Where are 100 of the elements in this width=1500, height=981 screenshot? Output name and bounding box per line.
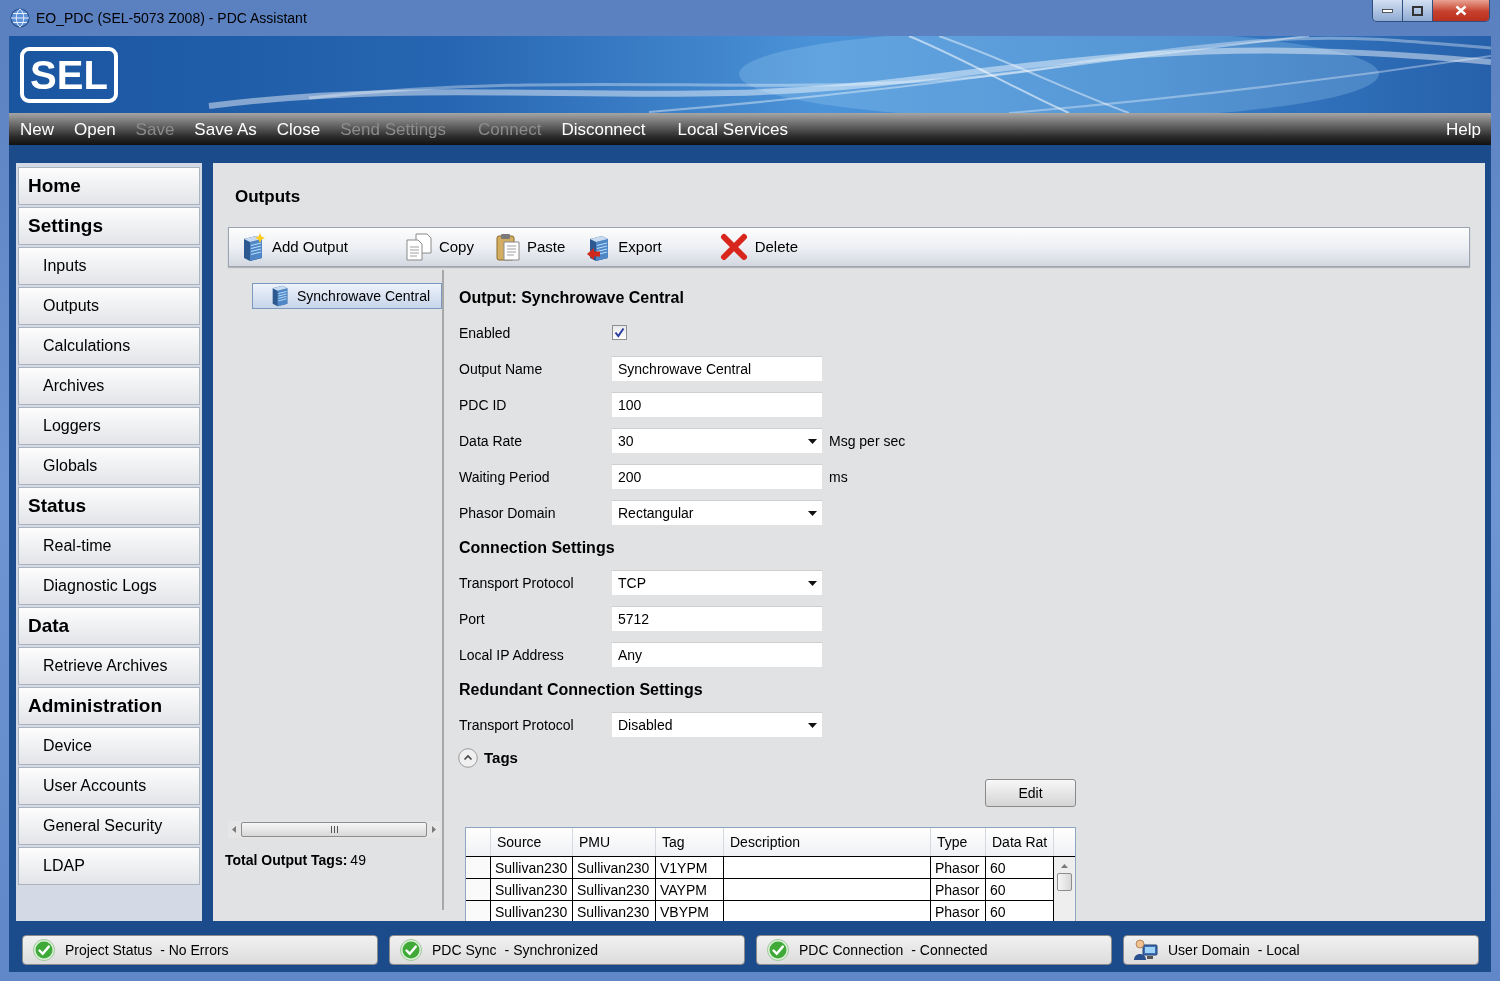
dropdown-caret-icon: [808, 580, 817, 586]
checkmark-icon: [614, 326, 625, 338]
check-circle-icon: [767, 939, 789, 961]
total-tags-value: 49: [350, 850, 366, 870]
table-cell: VAYPM: [656, 879, 724, 901]
row-header[interactable]: [466, 857, 491, 879]
table-cell: Phasor: [931, 901, 986, 921]
row-header[interactable]: [466, 879, 491, 901]
server-icon: [271, 285, 289, 307]
dropdown-field[interactable]: 30: [611, 428, 823, 454]
minimize-button[interactable]: [1373, 0, 1403, 21]
maximize-button[interactable]: [1403, 0, 1433, 21]
menu-item[interactable]: Disconnect: [561, 120, 646, 138]
table-cell: Phasor: [931, 857, 986, 879]
field-label: Transport Protocol: [459, 575, 574, 591]
text-field[interactable]: Synchrowave Central: [611, 356, 823, 382]
minimize-icon: [1382, 8, 1393, 13]
sidebar-item[interactable]: Diagnostic Logs: [18, 567, 200, 605]
vertical-scrollbar[interactable]: [1054, 857, 1075, 921]
dropdown-caret-icon: [808, 438, 817, 444]
table-cell: Sullivan230: [573, 901, 656, 921]
paste-button[interactable]: Paste: [495, 233, 566, 261]
column-header: Tag: [656, 828, 724, 856]
section-heading: Connection Settings: [459, 538, 615, 558]
close-button[interactable]: [1433, 0, 1489, 21]
horizontal-scrollbar[interactable]: [228, 821, 440, 838]
column-header: PMU: [573, 828, 656, 856]
dropdown-field[interactable]: TCP: [611, 570, 823, 596]
check-circle-icon: [400, 939, 422, 961]
row-header[interactable]: [466, 901, 491, 921]
menu-item[interactable]: Save As: [194, 120, 257, 138]
status-label: PDC Sync: [432, 940, 497, 960]
checkbox[interactable]: [612, 324, 627, 340]
sidebar-item[interactable]: Device: [18, 727, 200, 765]
field-label: Data Rate: [459, 433, 523, 449]
menu-item[interactable]: Help: [1446, 120, 1481, 138]
unit-label: Msg per sec: [829, 431, 906, 451]
dropdown-caret-icon: [808, 510, 817, 516]
tags-expander[interactable]: Tags: [458, 746, 518, 770]
menu-item[interactable]: New: [20, 120, 54, 138]
edit-button[interactable]: Edit: [985, 779, 1076, 807]
copy-button[interactable]: Copy: [405, 233, 474, 261]
table-cell: Sullivan230: [573, 879, 656, 901]
sidebar-heading[interactable]: Home: [18, 167, 200, 205]
column-header: Data Rat: [986, 828, 1054, 856]
clipboard-icon: [495, 233, 520, 261]
delete-button[interactable]: Delete: [719, 233, 798, 261]
logo: SEL: [20, 46, 118, 103]
table-cell: Sullivan230: [491, 879, 573, 901]
sidebar-heading[interactable]: Data: [18, 607, 200, 645]
field-label: Waiting Period: [459, 469, 550, 485]
text-field[interactable]: 100: [611, 392, 823, 418]
menu-item[interactable]: Open: [74, 120, 116, 138]
sidebar-heading[interactable]: Status: [18, 487, 200, 525]
add-button[interactable]: Add Output: [241, 233, 348, 261]
menu-item[interactable]: Local Services: [677, 120, 789, 138]
status-value: - Connected: [911, 940, 988, 960]
scrollbar-thumb[interactable]: [241, 822, 427, 837]
table-cell: VBYPM: [656, 901, 724, 921]
output-list-item[interactable]: Synchrowave Central: [252, 283, 442, 309]
sidebar-item[interactable]: Retrieve Archives: [18, 647, 200, 685]
maximize-icon: [1412, 5, 1423, 16]
sidebar-item[interactable]: Outputs: [18, 287, 200, 325]
dropdown-caret-icon: [808, 722, 817, 728]
sidebar-item[interactable]: Inputs: [18, 247, 200, 285]
dropdown-field[interactable]: Disabled: [611, 712, 823, 738]
column-header: Source: [491, 828, 573, 856]
sidebar-heading[interactable]: Administration: [18, 687, 200, 725]
status-value: - No Errors: [160, 940, 229, 960]
sidebar-heading[interactable]: Settings: [18, 207, 200, 245]
table-cell: Sullivan230: [491, 901, 573, 921]
sidebar-item[interactable]: Calculations: [18, 327, 200, 365]
unit-label: ms: [829, 467, 848, 487]
dropdown-field[interactable]: Rectangular: [611, 500, 823, 526]
sidebar-item[interactable]: User Accounts: [18, 767, 200, 805]
scrollbar-thumb[interactable]: [1057, 873, 1072, 891]
status-label: User Domain: [1168, 940, 1250, 960]
grip-icon: [330, 826, 338, 833]
field-label: Enabled: [459, 325, 511, 341]
sidebar-item[interactable]: Globals: [18, 447, 200, 485]
menu-item[interactable]: Close: [276, 120, 321, 138]
field-label: PDC ID: [459, 397, 507, 413]
table-cell: Phasor: [931, 879, 986, 901]
total-tags-label: Total Output Tags:: [225, 850, 348, 870]
field-label: Local IP Address: [459, 647, 564, 663]
cross-icon: [719, 233, 748, 261]
right-arrow-icon: [432, 826, 436, 833]
close-icon: [1455, 5, 1467, 16]
user-computer-icon: [1134, 939, 1158, 961]
column-header: Type: [931, 828, 986, 856]
export-button[interactable]: Export: [587, 233, 662, 261]
sidebar-item[interactable]: Loggers: [18, 407, 200, 445]
text-field[interactable]: Any: [611, 642, 823, 668]
sidebar-item[interactable]: Archives: [18, 367, 200, 405]
text-field[interactable]: 200: [611, 464, 823, 490]
sidebar-item[interactable]: LDAP: [18, 847, 200, 885]
sidebar-item[interactable]: General Security: [18, 807, 200, 845]
text-field[interactable]: 5712: [611, 606, 823, 632]
status-label: Project Status: [65, 940, 153, 960]
sidebar-item[interactable]: Real-time: [18, 527, 200, 565]
